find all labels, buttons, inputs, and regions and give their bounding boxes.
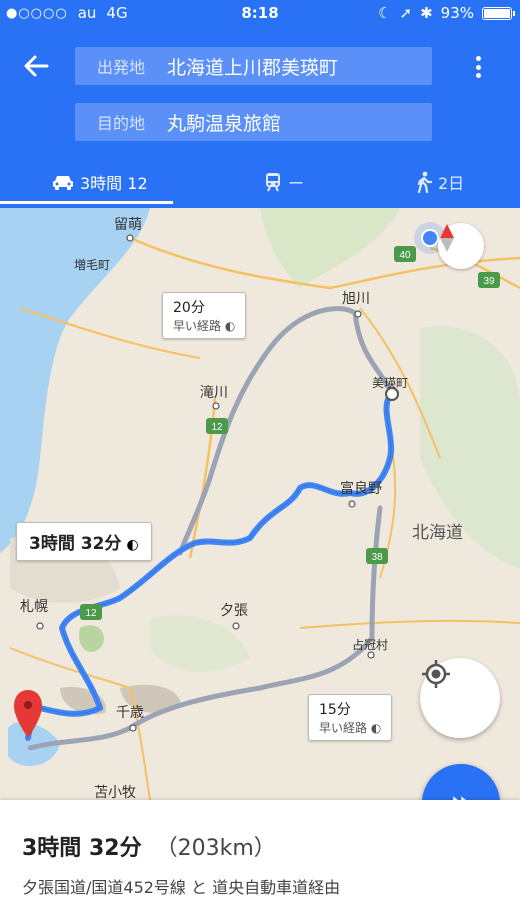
alt-route-2-note: 早い経路 [319, 721, 368, 735]
place-sapporo: 札幌 [20, 599, 48, 615]
route-shield-39: 39 [478, 272, 500, 288]
route-distance: （203km） [155, 836, 276, 861]
place-furano: 富良野 [340, 481, 382, 497]
svg-text:12: 12 [85, 608, 97, 619]
svg-text:40: 40 [399, 250, 411, 261]
alt-route-callout-1[interactable]: 20分 早い経路 ◐ [162, 292, 247, 339]
place-tomakomai: 苫小牧 [94, 785, 136, 800]
place-rumoi: 留萌 [114, 217, 142, 233]
back-button[interactable] [18, 48, 54, 84]
location-arrow-icon: ➚ [399, 4, 413, 22]
car-icon [53, 176, 73, 190]
place-asahikawa: 旭川 [342, 291, 370, 307]
alt-route-1-time: 20分 [173, 300, 205, 316]
toll-icon: ◐ [224, 319, 236, 333]
place-hokkaido: 北海道 [412, 523, 463, 543]
double-chevron-right-icon: » [450, 783, 472, 800]
main-route-time: 3時間 32分 [29, 534, 122, 554]
active-tab-indicator [0, 201, 173, 204]
battery-percentage: 93% [440, 4, 474, 22]
arrow-left-icon [24, 55, 49, 77]
place-biei: 美瑛町 [372, 376, 409, 390]
toll-icon: ◐ [370, 721, 382, 735]
svg-text:39: 39 [483, 276, 495, 287]
do-not-disturb-icon: ☾ [378, 4, 392, 22]
status-bar: ●○○○○ au 4G 8:18 ☾ ➚ ✱ 93% [0, 0, 520, 28]
transit-time: ー [288, 174, 305, 193]
origin-field[interactable]: 出発地 北海道上川郡美瑛町 [75, 47, 432, 85]
origin-value: 北海道上川郡美瑛町 [167, 56, 339, 79]
place-yubari: 夕張 [220, 603, 248, 619]
place-chitose: 千歳 [116, 705, 144, 721]
destination-label: 目的地 [97, 114, 146, 133]
alt-route-callout-2[interactable]: 15分 早い経路 ◐ [308, 694, 393, 741]
driving-time: 3時間 12 [80, 174, 148, 193]
svg-text:38: 38 [371, 552, 383, 563]
my-location-button[interactable] [420, 658, 500, 738]
destination-field[interactable]: 目的地 丸駒温泉旅館 [75, 103, 432, 141]
main-route-callout[interactable]: 3時間 32分 ◐ [16, 522, 152, 561]
battery-icon [482, 6, 515, 20]
svg-text:12: 12 [211, 422, 223, 433]
tab-transit[interactable]: ー [264, 170, 304, 194]
more-options-button[interactable] [466, 52, 490, 82]
walking-icon [417, 171, 432, 193]
toll-icon: ◐ [126, 537, 139, 553]
bluetooth-icon: ✱ [420, 4, 433, 22]
compass-button[interactable] [438, 223, 484, 269]
travel-mode-tabs: 3時間 12 ー 2日 [0, 166, 520, 204]
place-mashike: 増毛町 [74, 258, 111, 272]
alt-route-1-note: 早い経路 [173, 319, 222, 333]
place-shimukappu: 占冠村 [352, 638, 389, 652]
route-duration: 3時間 32分 [22, 836, 142, 861]
tab-walking[interactable]: 2日 [416, 170, 464, 194]
directions-header: 出発地 北海道上川郡美瑛町 目的地 丸駒温泉旅館 3時間 12 ー 2日 [0, 28, 520, 208]
route-shield-12-south: 12 [80, 604, 102, 620]
place-takikawa: 滝川 [200, 385, 228, 401]
train-icon [266, 173, 280, 192]
tab-driving[interactable]: 3時間 12 [52, 170, 148, 194]
origin-label: 出発地 [97, 58, 146, 77]
route-summary-sheet[interactable]: 3時間 32分 （203km） 夕張国道/国道452号線 と 道央自動車道経由 [0, 800, 520, 900]
alt-route-2-time: 15分 [319, 702, 351, 718]
walking-time: 2日 [438, 174, 465, 193]
crosshair-icon [422, 660, 450, 688]
route-shield-12-north: 12 [206, 418, 228, 434]
route-shield-38: 38 [366, 548, 388, 564]
destination-value: 丸駒温泉旅館 [167, 112, 282, 135]
map-view[interactable]: 40 39 12 38 12 留萌 増毛町 旭川 美瑛町 滝川 富良野 北海道 … [0, 208, 520, 800]
route-via: 夕張国道/国道452号線 と 道央自動車道経由 [22, 878, 341, 897]
compass-icon [440, 224, 454, 252]
route-shield-40: 40 [394, 246, 416, 262]
